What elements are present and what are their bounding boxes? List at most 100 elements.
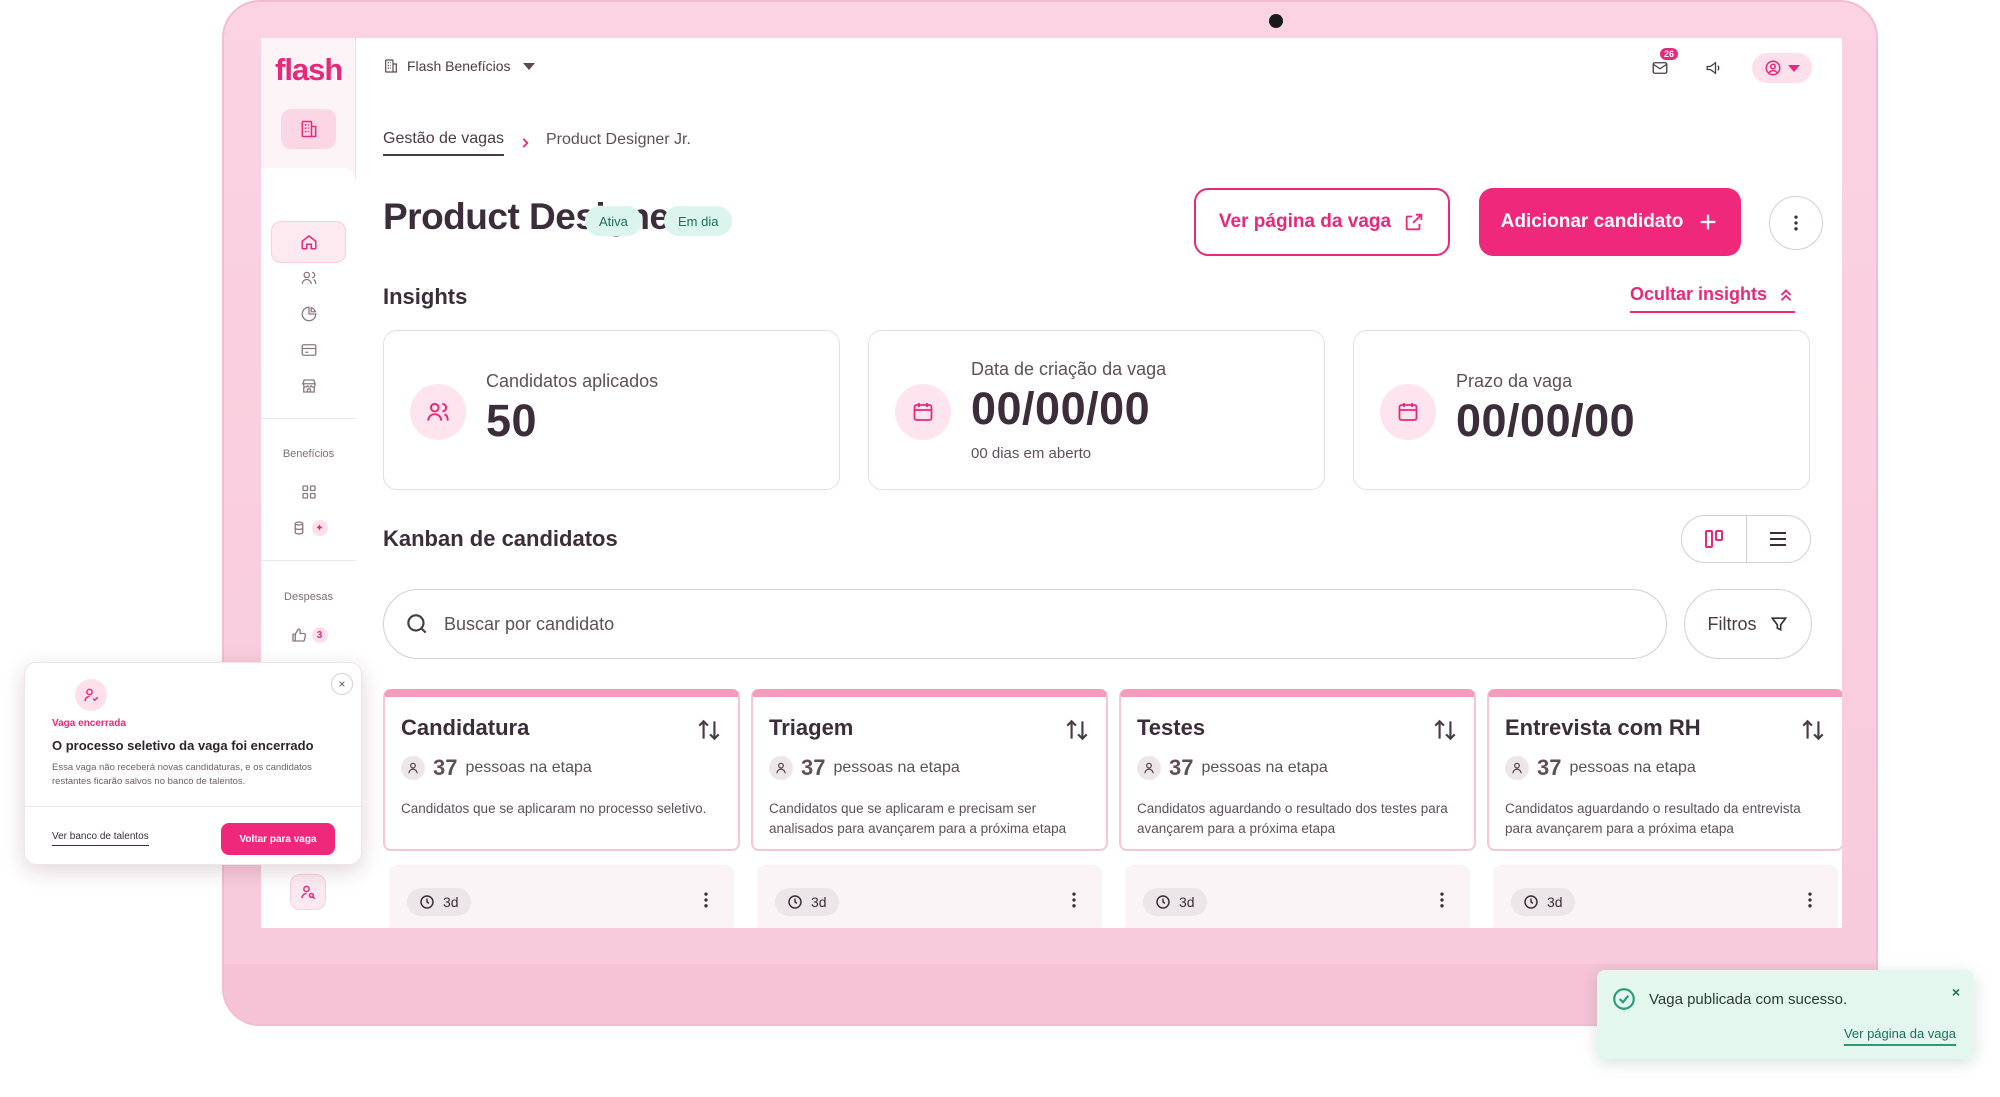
time-badge-label: 3d [1179, 894, 1195, 910]
kanban-column: Triagem 37 pessoas na etapa Candidatos q… [751, 689, 1108, 851]
candidate-card[interactable]: 3d [757, 865, 1102, 928]
kanban-view-button[interactable] [1682, 516, 1747, 562]
insight-card-applicants: Candidatos aplicados 50 [383, 330, 840, 490]
add-candidate-button[interactable]: Adicionar candidato [1479, 188, 1741, 256]
kanban-column: Entrevista com RH 37 pessoas na etapa Ca… [1487, 689, 1842, 851]
toast-view-job-link[interactable]: Ver página da vaga [1843, 1026, 1956, 1046]
filters-button[interactable]: Filtros [1684, 589, 1812, 659]
inbox-button[interactable]: 26 [1644, 48, 1678, 84]
column-count: 37 pessoas na etapa [1505, 755, 1696, 781]
insight-value: 50 [486, 395, 538, 446]
column-description: Candidatos aguardando o resultado dos te… [1137, 801, 1448, 836]
more-vertical-icon [704, 892, 708, 908]
search-input[interactable] [444, 613, 1594, 635]
insight-label: Candidatos aplicados [486, 371, 659, 391]
top-bar: Flash Benefícios 26 [356, 38, 1842, 100]
flash-logo[interactable]: flash [275, 52, 343, 88]
column-title: Candidatura [401, 715, 530, 740]
megaphone-icon [1706, 61, 1720, 75]
person-icon [401, 756, 425, 780]
filter-icon [1770, 617, 1787, 632]
time-badge-label: 3d [811, 894, 827, 910]
user-check-icon [75, 679, 107, 711]
back-to-job-button[interactable]: Voltar para vaga [221, 823, 335, 855]
view-job-page-button[interactable]: Ver página da vaga [1194, 188, 1450, 256]
sort-arrows-icon [1802, 719, 1824, 741]
card-more-button[interactable] [696, 890, 716, 915]
user-menu-button[interactable] [1752, 53, 1812, 83]
sidebar-section-beneficios: Benefícios [282, 448, 335, 460]
user-circle-icon [1765, 60, 1781, 76]
column-title: Testes [1137, 715, 1206, 740]
person-icon [1505, 756, 1529, 780]
external-link-icon [1405, 213, 1423, 231]
insight-card-created-date: Data de criação da vaga 00/00/00 00 dias… [868, 330, 1325, 490]
view-toggle [1681, 515, 1811, 563]
calendar-icon [895, 384, 951, 440]
count-number: 37 [1537, 755, 1562, 780]
sort-button[interactable] [1064, 717, 1090, 748]
dialog-divider [25, 806, 361, 807]
status-badge-active: Ativa [585, 206, 642, 236]
card-more-button[interactable] [1800, 890, 1820, 915]
chevrons-up-icon [1780, 288, 1792, 301]
column-count: 37 pessoas na etapa [769, 755, 960, 781]
time-badge: 3d [775, 888, 839, 916]
column-description: Candidatos que se aplicaram no processo … [401, 801, 707, 816]
candidate-card[interactable]: 3d [1125, 865, 1470, 928]
users-icon [301, 271, 316, 285]
company-switch-button[interactable] [281, 109, 336, 149]
mail-badge: 26 [1659, 48, 1678, 60]
clock-icon [788, 895, 802, 909]
toast-message: Vaga publicada com sucesso. [1649, 991, 1848, 1008]
kanban-column: Testes 37 pessoas na etapa Candidatos ag… [1119, 689, 1476, 851]
card-more-button[interactable] [1432, 890, 1452, 915]
dialog-kicker: Vaga encerrada [52, 718, 126, 729]
list-icon [1770, 532, 1787, 546]
insight-label: Data de criação da vaga [971, 359, 1167, 379]
time-badge: 3d [1511, 888, 1575, 916]
more-vertical-icon [1440, 892, 1444, 908]
company-selector[interactable]: Flash Benefícios [383, 58, 535, 74]
card-more-button[interactable] [1064, 890, 1084, 915]
sort-button[interactable] [1432, 717, 1458, 748]
sidebar-item-store[interactable] [271, 365, 346, 407]
column-count: 37 pessoas na etapa [401, 755, 592, 781]
candidate-card[interactable]: 3d [1493, 865, 1838, 928]
more-options-button[interactable] [1769, 196, 1823, 250]
sidebar-item-expenses[interactable]: 3 [271, 614, 346, 656]
toast-close-button[interactable]: × [1952, 984, 1960, 1000]
breadcrumb-parent-link[interactable]: Gestão de vagas [383, 130, 504, 156]
insight-card-deadline: Prazo da vaga 00/00/00 [1353, 330, 1810, 490]
chevron-down-icon [1788, 64, 1800, 72]
users-icon [410, 384, 466, 440]
candidate-card[interactable]: 3d [389, 865, 734, 928]
plus-icon [1700, 214, 1716, 230]
sort-button[interactable] [696, 717, 722, 748]
count-label: pessoas na etapa [465, 759, 592, 776]
sidebar-divider [261, 560, 356, 561]
announcements-button[interactable] [1698, 52, 1730, 84]
sidebar-item-wallet[interactable]: ✦ [271, 507, 346, 549]
building-icon [301, 120, 316, 138]
count-number: 37 [1169, 755, 1194, 780]
hide-insights-button[interactable]: Ocultar insights [1630, 284, 1796, 313]
breadcrumb: Gestão de vagas Product Designer Jr. [383, 130, 691, 156]
count-number: 37 [801, 755, 826, 780]
talent-bank-link[interactable]: Ver banco de talentos [52, 831, 149, 846]
sort-arrows-icon [1066, 719, 1088, 741]
column-count: 37 pessoas na etapa [1137, 755, 1328, 781]
calendar-icon [1380, 384, 1436, 440]
list-view-button[interactable] [1747, 516, 1811, 562]
insights-title: Insights [383, 284, 468, 309]
breadcrumb-current: Product Designer Jr. [545, 131, 691, 148]
sidebar-item-recruitment[interactable] [290, 874, 326, 910]
job-closed-dialog: × Vaga encerrada O processo seletivo da … [24, 662, 362, 865]
dialog-close-button[interactable]: × [331, 673, 353, 695]
time-badge: 3d [407, 888, 471, 916]
clock-icon [420, 895, 434, 909]
time-badge-label: 3d [443, 894, 459, 910]
clock-icon [1156, 895, 1170, 909]
home-icon [301, 235, 316, 250]
sort-button[interactable] [1800, 717, 1826, 748]
